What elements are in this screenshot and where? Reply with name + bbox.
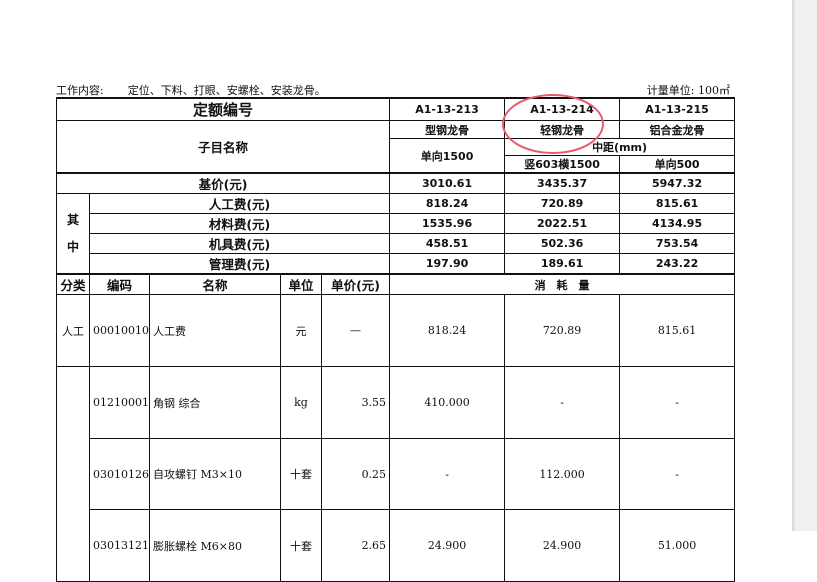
row-value: - [619,366,736,439]
row-value: 818.24 [389,294,506,367]
quota-code: A1-13-214 [504,97,621,121]
table-row: 03013121 膨胀螺栓 M6×80 十套 2.65 24.900 24.90… [57,509,736,582]
page-edge-shadow [792,0,796,531]
management-cost-value: 189.61 [504,253,621,275]
row-name: 人工费 [149,294,281,367]
management-cost-value: 197.90 [389,253,506,275]
base-price-value: 3010.61 [389,172,506,194]
row-value: 24.900 [389,509,506,582]
table-row: 01210001 角钢 综合 kg 3.55 410.000 - - [56,366,736,582]
row-category: 人工 [56,294,90,367]
machine-cost-value: 458.51 [389,233,506,254]
labor-cost-value: 815.61 [619,193,736,214]
material-cost-value: 2022.51 [504,213,621,234]
row-value: 815.61 [619,294,736,367]
row-name: 膨胀螺栓 M6×80 [149,509,281,582]
row-value: 720.89 [504,294,621,367]
row-value: - [619,438,736,510]
work-content-text: 定位、下料、打眼、安螺栓、安装龙骨。 [127,84,326,97]
labor-cost-value: 720.89 [504,193,621,214]
consumption-header: 消 耗 量 [389,273,736,295]
row-price: 3.55 [320,366,391,439]
quota-number-label: 定额编号 [55,97,391,121]
machine-cost-value: 753.54 [619,233,736,254]
row-code: 00010010 [89,294,150,367]
qizhong-label: 其中 [56,193,90,275]
machine-cost-value: 502.36 [504,233,621,254]
table-row: 人工 00010010 人工费 元 — 818.24 720.89 815.61 [56,294,736,367]
machine-cost-label: 机具费(元) [88,233,391,254]
measurement-unit: 计量单位: 100㎡ [646,84,730,97]
unit-header: 单位 [280,273,322,295]
row-category [56,366,90,582]
item-type: 型钢龙骨 [389,120,506,139]
name-header: 名称 [149,273,281,295]
row-name: 自攻螺钉 M3×10 [149,438,281,510]
labor-cost-label: 人工费(元) [88,193,391,214]
material-cost-label: 材料费(元) [88,213,391,234]
item-spec: 竖603横1500 [504,155,621,174]
quota-table: 定额编号 A1-13-213 A1-13-214 A1-13-215 子目名称 … [55,97,736,582]
document-page: 工作内容: 定位、下料、打眼、安螺栓、安装龙骨。 计量单位: 100㎡ 定额编号 … [0,0,792,582]
row-unit: kg [280,366,322,439]
item-type: 铝合金龙骨 [619,120,736,139]
row-value: 24.900 [504,509,621,582]
row-price: — [320,294,391,367]
base-price-value: 5947.32 [619,172,736,194]
price-header: 单价(元) [320,273,391,295]
row-value: - [504,366,621,439]
material-cost-value: 4134.95 [619,213,736,234]
base-price-value: 3435.37 [504,172,621,194]
row-unit: 十套 [280,509,322,582]
row-code: 03010126 [89,438,150,510]
row-value: 410.000 [389,366,506,439]
row-value: 112.000 [504,438,621,510]
item-name-label: 子目名称 [55,120,391,174]
work-content-label: 工作内容: [56,84,104,97]
labor-cost-value: 818.24 [389,193,506,214]
quota-code: A1-13-213 [389,97,506,121]
row-price: 2.65 [320,509,391,582]
item-spec: 单向500 [619,155,736,174]
row-name: 角钢 综合 [149,366,281,439]
row-unit: 十套 [280,438,322,510]
row-value: - [389,438,506,510]
code-header: 编码 [89,273,150,295]
quota-code: A1-13-215 [619,97,736,121]
row-code: 03013121 [89,509,150,582]
row-code: 01210001 [89,366,150,439]
management-cost-label: 管理费(元) [88,253,391,275]
category-header: 分类 [56,273,90,295]
base-price-label: 基价(元) [55,172,391,194]
material-cost-value: 1535.96 [389,213,506,234]
management-cost-value: 243.22 [619,253,736,275]
table-row: 03010126 自攻螺钉 M3×10 十套 0.25 - 112.000 - [57,438,736,510]
spacing-label: 中距(mm) [504,138,736,156]
work-content-line: 工作内容: 定位、下料、打眼、安螺栓、安装龙骨。 [56,82,326,98]
item-spec: 单向1500 [389,138,506,174]
row-price: 0.25 [320,438,391,510]
item-type: 轻钢龙骨 [504,120,621,139]
row-unit: 元 [280,294,322,367]
row-value: 51.000 [619,509,736,582]
